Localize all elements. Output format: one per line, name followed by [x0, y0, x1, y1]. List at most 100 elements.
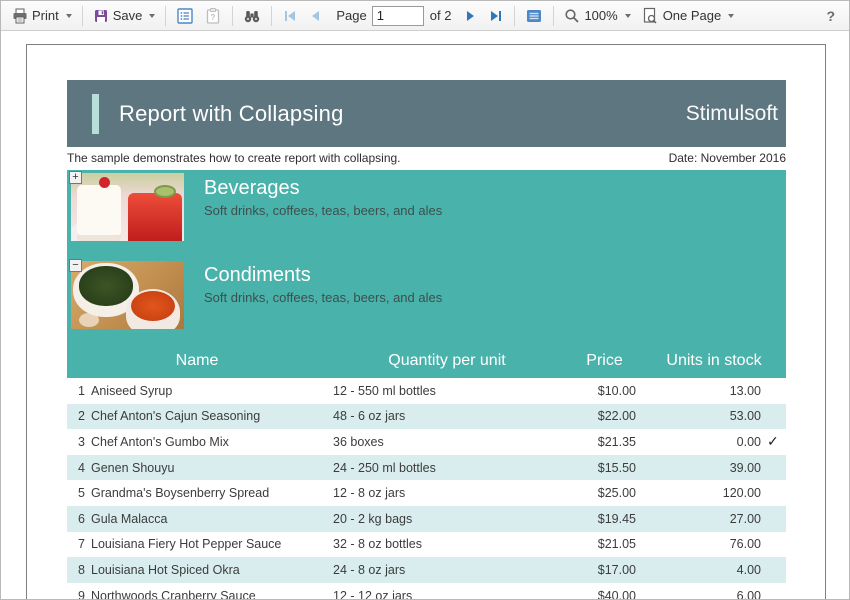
cell-quantity: 24 - 8 oz jars [327, 563, 567, 577]
cell-quantity: 36 boxes [327, 435, 567, 449]
cell-name: Genen Shouyu [85, 461, 327, 475]
parameters-clipboard-icon: ? [204, 7, 222, 25]
cell-price: $21.35 [567, 435, 642, 449]
beverages-image-detail [77, 185, 121, 241]
table-row: 7 Louisiana Fiery Hot Pepper Sauce 32 - … [67, 532, 786, 558]
group-subtitle: Soft drinks, coffees, teas, beers, and a… [204, 290, 442, 305]
cell-units: 13.00 [642, 384, 767, 398]
svg-text:?: ? [211, 13, 216, 22]
save-floppy-icon [93, 8, 109, 24]
table-row: 6 Gula Malacca 20 - 2 kg bags $19.45 27.… [67, 506, 786, 532]
row-number: 1 [67, 384, 85, 398]
row-number: 5 [67, 486, 85, 500]
first-page-button[interactable] [277, 5, 303, 27]
print-caret-icon [66, 14, 72, 18]
group-title: Beverages [204, 177, 442, 200]
condiments-image-detail [131, 291, 175, 321]
cell-name: Louisiana Fiery Hot Pepper Sauce [85, 537, 327, 551]
cell-units: 0.00 [642, 435, 767, 449]
report-date: Date: November 2016 [669, 151, 786, 165]
zoom-dropdown[interactable]: 100% [559, 5, 635, 27]
cell-units: 39.00 [642, 461, 767, 475]
view-mode-dropdown[interactable]: One Page [636, 4, 740, 28]
bookmarks-icon [176, 7, 194, 25]
cell-units: 76.00 [642, 537, 767, 551]
table-body: 1 Aniseed Syrup 12 - 550 ml bottles $10.… [67, 378, 786, 599]
beverages-text: Beverages Soft drinks, coffees, teas, be… [204, 177, 442, 251]
table-row: 2 Chef Anton's Cajun Seasoning 48 - 6 oz… [67, 404, 786, 430]
report-content: Report with Collapsing Stimulsoft The sa… [67, 80, 786, 599]
previous-page-icon [308, 8, 324, 24]
toolbar-separator [82, 6, 83, 26]
toolbar-separator [232, 6, 233, 26]
save-caret-icon [149, 14, 155, 18]
column-header-quantity: Quantity per unit [327, 352, 567, 370]
expand-toggle-beverages[interactable]: + [69, 171, 82, 184]
zoom-value: 100% [584, 8, 617, 23]
group-beverages: + Beverages Soft drinks, coffee [67, 170, 786, 251]
report-header-band: Report with Collapsing Stimulsoft [67, 80, 786, 147]
condiments-image-detail [79, 266, 133, 306]
row-number: 8 [67, 563, 85, 577]
row-number: 3 [67, 435, 85, 449]
group-subtitle: Soft drinks, coffees, teas, beers, and a… [204, 203, 442, 218]
print-button[interactable]: Print [7, 5, 77, 27]
column-header-price: Price [567, 352, 642, 370]
parameters-button[interactable]: ? [199, 4, 227, 28]
cell-price: $21.05 [567, 537, 642, 551]
description-row: The sample demonstrates how to create re… [67, 150, 786, 166]
save-label: Save [113, 8, 143, 23]
last-page-button[interactable] [483, 5, 509, 27]
cell-quantity: 12 - 8 oz jars [327, 486, 567, 500]
table-row: 5 Grandma's Boysenberry Spread 12 - 8 oz… [67, 480, 786, 506]
find-button[interactable] [238, 4, 266, 28]
cell-name: Chef Anton's Cajun Seasoning [85, 409, 327, 423]
cell-price: $17.00 [567, 563, 642, 577]
row-number: 2 [67, 409, 85, 423]
category-block: + Beverages Soft drinks, coffee [67, 170, 786, 378]
cell-units: 4.00 [642, 563, 767, 577]
cell-quantity: 48 - 6 oz jars [327, 409, 567, 423]
bookmarks-button[interactable] [171, 4, 199, 28]
zoom-caret-icon [625, 14, 631, 18]
row-number: 9 [67, 589, 85, 599]
beverages-image-wrap: + [71, 173, 184, 251]
table-row: 4 Genen Shouyu 24 - 250 ml bottles $15.5… [67, 455, 786, 481]
column-header-units: Units in stock [642, 352, 786, 370]
cell-name: Aniseed Syrup [85, 384, 327, 398]
next-page-button[interactable] [457, 5, 483, 27]
cell-units: 53.00 [642, 409, 767, 423]
condiments-image-wrap: − [71, 261, 184, 344]
page-total-label: of 2 [430, 8, 452, 23]
brand-name: Stimulsoft [686, 102, 778, 126]
page-number-input[interactable] [372, 6, 424, 26]
beverages-image-detail [99, 177, 110, 188]
print-label: Print [32, 8, 59, 23]
cell-name: Chef Anton's Gumbo Mix [85, 435, 327, 449]
save-button[interactable]: Save [88, 5, 161, 27]
cell-quantity: 24 - 250 ml bottles [327, 461, 567, 475]
previous-page-button[interactable] [303, 5, 329, 27]
cell-price: $25.00 [567, 486, 642, 500]
binoculars-icon [243, 7, 261, 25]
cell-quantity: 12 - 12 oz jars [327, 589, 567, 599]
report-description: The sample demonstrates how to create re… [67, 151, 401, 165]
check-mark: ✓ [767, 433, 786, 450]
report-page: Report with Collapsing Stimulsoft The sa… [26, 44, 826, 599]
row-number: 7 [67, 537, 85, 551]
cell-units: 6.00 [642, 589, 767, 599]
report-title: Report with Collapsing [119, 101, 344, 127]
row-number: 6 [67, 512, 85, 526]
group-title: Condiments [204, 264, 442, 287]
collapse-toggle-condiments[interactable]: − [69, 259, 82, 272]
toolbar-separator [553, 6, 554, 26]
cell-name: Grandma's Boysenberry Spread [85, 486, 327, 500]
cell-quantity: 20 - 2 kg bags [327, 512, 567, 526]
cell-price: $10.00 [567, 384, 642, 398]
beverages-image-detail [128, 193, 182, 241]
table-row: 9 Northwoods Cranberry Sauce 12 - 12 oz … [67, 583, 786, 599]
help-button[interactable]: ? [818, 6, 843, 26]
condiments-image [71, 261, 184, 329]
full-screen-icon [525, 7, 543, 25]
full-screen-button[interactable] [520, 4, 548, 28]
